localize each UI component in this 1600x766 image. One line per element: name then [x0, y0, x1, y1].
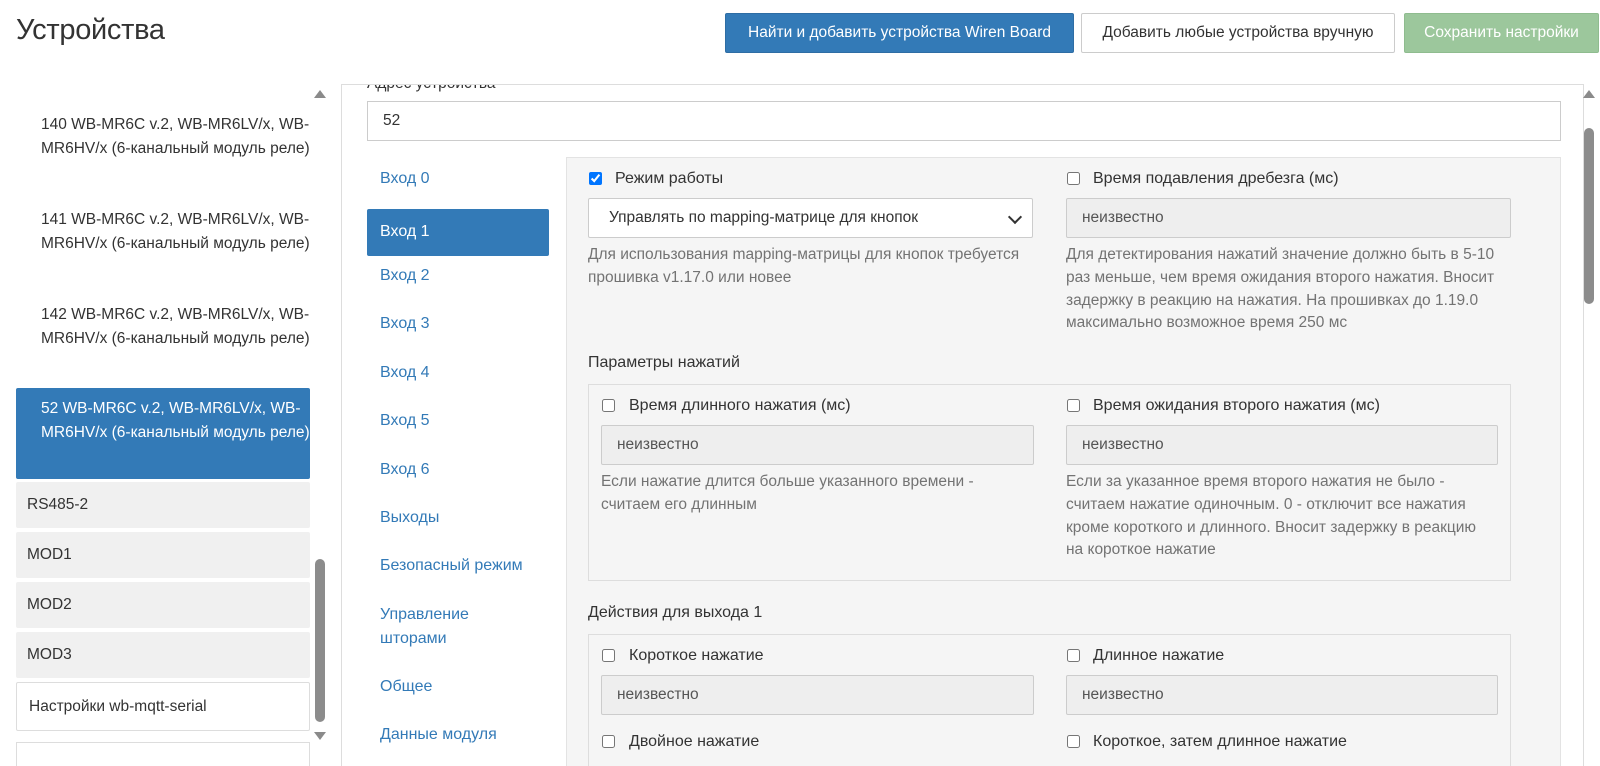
long-press-time-checkbox[interactable]	[602, 399, 615, 412]
tab-safe-mode[interactable]: Безопасный режим	[367, 554, 549, 578]
short-press-input[interactable]: неизвестно	[601, 675, 1034, 715]
tab-module-data[interactable]: Данные модуля	[367, 723, 549, 747]
add-manual-button[interactable]: Добавить любые устройства вручную	[1081, 13, 1395, 53]
sidebar-item-partial	[16, 84, 310, 88]
device-settings-panel: Адрес устройства Вход 0 Вход 1 Вход 2 Вх…	[341, 84, 1584, 766]
second-press-wait-label: Время ожидания второго нажатия (мс)	[1093, 397, 1380, 414]
sidebar-scroll-thumb[interactable]	[315, 559, 325, 722]
long-press-label: Длинное нажатие	[1093, 647, 1225, 664]
long-press-time-input[interactable]: неизвестно	[601, 425, 1034, 465]
short-then-long-checkbox[interactable]	[1067, 735, 1080, 748]
scroll-up-arrow-icon[interactable]	[1583, 90, 1595, 98]
device-list-sidebar: 140 WB-MR6C v.2, WB-MR6LV/x, WB-MR6HV/x …	[16, 84, 311, 766]
tab-outputs[interactable]: Выходы	[367, 506, 549, 530]
chevron-down-icon	[1007, 209, 1023, 225]
mode-label: Режим работы	[615, 170, 724, 187]
sidebar-device-141[interactable]: 141 WB-MR6C v.2, WB-MR6LV/x, WB-MR6HV/x …	[16, 208, 310, 255]
scroll-down-arrow-icon[interactable]	[314, 732, 326, 740]
main-scroll-thumb[interactable]	[1584, 128, 1594, 304]
save-settings-button[interactable]: Сохранить настройки	[1404, 13, 1599, 53]
short-then-long-label: Короткое, затем длинное нажатие	[1093, 733, 1347, 750]
long-press-checkbox[interactable]	[1067, 649, 1080, 662]
mode-checkbox[interactable]	[589, 172, 602, 185]
press-params-title: Параметры нажатий	[588, 354, 740, 371]
short-press-label: Короткое нажатие	[629, 647, 764, 664]
main-scrollbar[interactable]	[1583, 84, 1595, 766]
tab-input-6[interactable]: Вход 6	[367, 458, 549, 482]
second-press-wait-checkbox[interactable]	[1067, 399, 1080, 412]
address-input[interactable]	[367, 101, 1561, 141]
long-press-input[interactable]: неизвестно	[1066, 675, 1498, 715]
short-press-checkbox[interactable]	[602, 649, 615, 662]
sidebar-device-52[interactable]: 52 WB-MR6C v.2, WB-MR6LV/x, WB-MR6HV/x (…	[16, 388, 310, 479]
press-params-box: Время длинного нажатия (мс) неизвестно Е…	[588, 384, 1511, 581]
second-press-wait-input[interactable]: неизвестно	[1066, 425, 1498, 465]
input-settings-form: Режим работы Управлять по mapping-матриц…	[566, 157, 1561, 766]
sidebar-scrollbar[interactable]	[314, 84, 326, 744]
debounce-help: Для детектирования нажатий значение долж…	[1066, 246, 1495, 332]
tab-input-0[interactable]: Вход 0	[367, 167, 549, 191]
output-actions-title: Действия для выхода 1	[588, 604, 763, 621]
second-press-wait-help: Если за указанное время второго нажатия …	[1066, 473, 1477, 559]
long-press-time-label: Время длинного нажатия (мс)	[629, 397, 851, 414]
sidebar-port-rs485-2[interactable]: RS485-2	[16, 482, 310, 528]
tab-input-1[interactable]: Вход 1	[367, 209, 549, 256]
tab-curtain-control[interactable]: Управление шторами	[367, 603, 517, 651]
tab-input-4[interactable]: Вход 4	[367, 361, 549, 385]
debounce-input[interactable]: неизвестно	[1066, 198, 1511, 238]
sidebar-device-142[interactable]: 142 WB-MR6C v.2, WB-MR6LV/x, WB-MR6HV/x …	[16, 303, 310, 350]
scan-devices-button[interactable]: Найти и добавить устройства Wiren Board	[725, 13, 1074, 53]
tab-input-5[interactable]: Вход 5	[367, 409, 549, 433]
long-press-time-help: Если нажатие длится больше указанного вр…	[601, 473, 974, 513]
debounce-checkbox[interactable]	[1067, 172, 1080, 185]
sidebar-item-partial-bottom	[16, 742, 310, 766]
sidebar-port-mod3[interactable]: MOD3	[16, 632, 310, 678]
sidebar-serial-settings[interactable]: Настройки wb-mqtt-serial	[16, 682, 310, 731]
tab-general[interactable]: Общее	[367, 675, 549, 699]
mode-select[interactable]: Управлять по mapping-матрице для кнопок	[588, 198, 1033, 238]
address-label: Адрес устройства	[367, 85, 496, 93]
sidebar-device-140[interactable]: 140 WB-MR6C v.2, WB-MR6LV/x, WB-MR6HV/x …	[16, 113, 310, 160]
double-press-checkbox[interactable]	[602, 735, 615, 748]
mode-help: Для использования mapping-матрицы для кн…	[588, 246, 1020, 286]
debounce-label: Время подавления дребезга (мс)	[1093, 170, 1339, 187]
scroll-up-arrow-icon[interactable]	[314, 90, 326, 98]
mode-select-value: Управлять по mapping-матрице для кнопок	[609, 209, 919, 226]
sidebar-port-mod2[interactable]: MOD2	[16, 582, 310, 628]
page-title: Устройства	[16, 14, 165, 46]
tab-input-3[interactable]: Вход 3	[367, 312, 549, 336]
output-actions-box: Короткое нажатие неизвестно Длинное нажа…	[588, 634, 1511, 766]
sidebar-port-mod1[interactable]: MOD1	[16, 532, 310, 578]
double-press-label: Двойное нажатие	[629, 733, 760, 750]
tab-input-2[interactable]: Вход 2	[367, 264, 549, 288]
